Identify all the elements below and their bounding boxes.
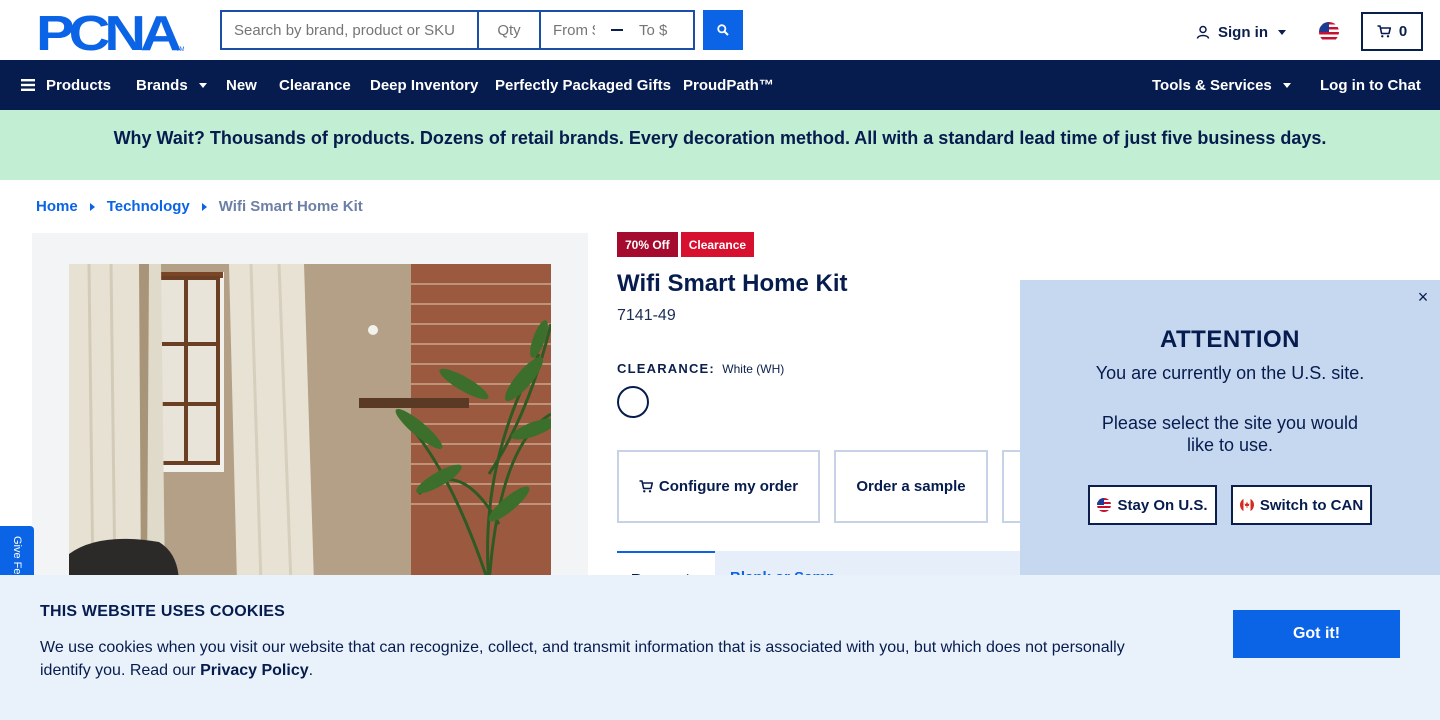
nav-chat-login[interactable]: Log in to Chat xyxy=(1320,60,1421,110)
stay-us-button[interactable]: Stay On U.S. xyxy=(1088,485,1217,525)
search-form xyxy=(220,10,695,50)
product-sku: 7141-49 xyxy=(617,307,676,324)
cookie-text-block: We use cookies when you visit our websit… xyxy=(40,636,1150,682)
tab-request[interactable]: Request xyxy=(617,551,715,575)
attention-heading: ATTENTION xyxy=(1159,326,1301,353)
configure-order-label: Configure my order xyxy=(658,478,799,495)
main-nav: Products Brands New Clearance Deep Inven… xyxy=(0,60,1440,110)
cart-count: 0 xyxy=(1398,23,1408,40)
nav-brands[interactable]: Brands xyxy=(136,60,207,110)
sign-in-label: Sign in xyxy=(1218,23,1268,41)
product-title: Wifi Smart Home Kit xyxy=(617,270,848,297)
cookie-accept-button[interactable]: Got it! xyxy=(1233,610,1400,658)
nav-products[interactable]: Products xyxy=(21,60,111,110)
nav-brands-label: Brands xyxy=(136,76,188,94)
breadcrumb-arrow-icon xyxy=(201,202,207,211)
chevron-down-icon xyxy=(1278,29,1286,35)
privacy-policy-link[interactable]: Privacy Policy xyxy=(200,662,309,679)
us-flag-icon[interactable] xyxy=(1319,22,1339,42)
discount-badge: 70% Off xyxy=(617,232,678,257)
color-selection-label: CLEARANCE: White (WH) xyxy=(617,361,784,376)
attention-prompt: Please select the site you would like to… xyxy=(1101,413,1359,455)
breadcrumb: Home Technology Wifi Smart Home Kit xyxy=(36,198,363,215)
user-icon xyxy=(1196,25,1210,39)
promo-text: Why Wait? Thousands of products. Dozens … xyxy=(113,127,1327,148)
breadcrumb-current: Wifi Smart Home Kit xyxy=(218,198,363,215)
price-range xyxy=(540,10,695,50)
cart-icon xyxy=(1377,25,1391,38)
breadcrumb-arrow-icon xyxy=(89,202,95,211)
menu-icon xyxy=(21,79,35,91)
site-selector-modal: × ATTENTION You are currently on the U.S… xyxy=(1020,280,1440,575)
product-badges: 70% Off Clearance xyxy=(617,232,755,257)
cookie-banner: THIS WEBSITE USES COOKIES We use cookies… xyxy=(0,575,1440,720)
nav-gifts[interactable]: Perfectly Packaged Gifts xyxy=(495,60,671,110)
promo-banner: Why Wait? Thousands of products. Dozens … xyxy=(0,110,1440,180)
breadcrumb-technology[interactable]: Technology xyxy=(107,198,190,215)
chevron-down-icon xyxy=(1282,82,1291,88)
price-separator xyxy=(611,29,623,31)
search-button[interactable] xyxy=(703,10,743,50)
stay-us-label: Stay On U.S. xyxy=(1117,496,1208,514)
switch-can-label: Switch to CAN xyxy=(1259,496,1364,514)
svg-text:PCNA: PCNA xyxy=(36,12,181,52)
order-sample-button[interactable]: Order a sample xyxy=(834,450,988,523)
nav-clearance[interactable]: Clearance xyxy=(279,60,351,110)
product-image[interactable] xyxy=(69,264,551,575)
breadcrumb-home[interactable]: Home xyxy=(36,198,78,215)
attention-current-site: You are currently on the U.S. site. xyxy=(1095,363,1365,383)
qty-input[interactable] xyxy=(478,10,540,50)
close-icon[interactable]: × xyxy=(1414,288,1432,306)
nav-tools-label: Tools & Services xyxy=(1152,76,1272,94)
order-sample-label: Order a sample xyxy=(856,478,966,495)
nav-deep-inventory[interactable]: Deep Inventory xyxy=(370,60,478,110)
cart-icon xyxy=(639,480,653,493)
product-tabs: Request Blank or Samp xyxy=(617,551,1020,575)
color-label-key: CLEARANCE: xyxy=(617,361,715,376)
tab-blank-or-sample[interactable]: Blank or Samp xyxy=(716,551,849,575)
site-header: PCNA TM Sign in xyxy=(0,0,1440,60)
sign-in-menu[interactable]: Sign in xyxy=(1196,20,1286,44)
product-image-container xyxy=(32,233,588,575)
canada-flag-icon xyxy=(1239,498,1254,512)
price-from-input[interactable] xyxy=(541,13,607,47)
nav-proudpath[interactable]: ProudPath™ xyxy=(683,60,774,110)
search-input[interactable] xyxy=(220,10,478,50)
pcna-logo[interactable]: PCNA TM xyxy=(36,12,184,52)
nav-tools-services[interactable]: Tools & Services xyxy=(1152,60,1291,110)
nav-new[interactable]: New xyxy=(226,60,257,110)
price-to-input[interactable] xyxy=(627,13,693,47)
svg-text:TM: TM xyxy=(176,47,184,52)
cart-button[interactable]: 0 xyxy=(1361,12,1423,51)
color-swatch-white[interactable] xyxy=(617,386,649,418)
switch-can-button[interactable]: Switch to CAN xyxy=(1231,485,1372,525)
chevron-down-icon xyxy=(198,82,207,88)
clearance-badge: Clearance xyxy=(680,232,755,257)
cookie-heading: THIS WEBSITE USES COOKIES xyxy=(40,603,286,620)
configure-order-button[interactable]: Configure my order xyxy=(617,450,820,523)
search-icon xyxy=(717,24,729,36)
us-flag-icon xyxy=(1097,498,1112,512)
color-label-value: White (WH) xyxy=(722,362,785,376)
nav-products-label: Products xyxy=(46,76,112,94)
cookie-text-period: . xyxy=(308,662,314,679)
